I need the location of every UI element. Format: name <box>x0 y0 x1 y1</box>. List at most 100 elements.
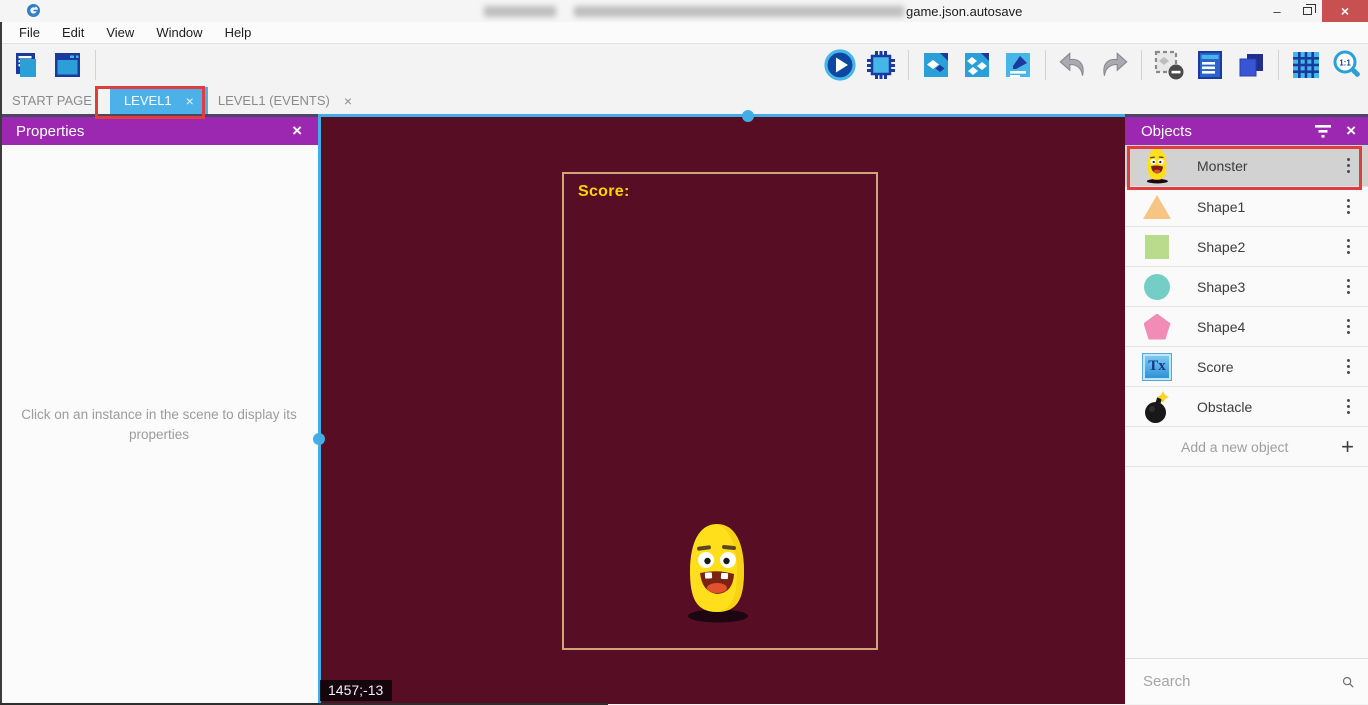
objects-search-bar <box>1125 658 1368 704</box>
close-properties-icon[interactable]: × <box>292 121 302 141</box>
layers-icon[interactable] <box>1234 48 1268 82</box>
object-row-shape2[interactable]: Shape2 <box>1125 227 1368 267</box>
scene-left-guide <box>318 117 321 704</box>
delete-selection-icon[interactable] <box>1152 48 1186 82</box>
object-menu-icon[interactable] <box>1341 235 1357 259</box>
menu-file[interactable]: File <box>8 25 51 40</box>
square-icon <box>1141 229 1173 265</box>
object-name: Shape2 <box>1197 239 1341 255</box>
resize-handle-left[interactable] <box>313 433 325 445</box>
redo-icon[interactable] <box>1097 48 1131 82</box>
restore-icon <box>1303 7 1312 15</box>
gdevelop-window: game.json.autosave – × File Edit View Wi… <box>0 0 1368 705</box>
object-row-shape1[interactable]: Shape1 <box>1125 187 1368 227</box>
menu-edit[interactable]: Edit <box>51 25 95 40</box>
redacted-title-segment <box>484 6 556 17</box>
restore-button[interactable] <box>1292 0 1322 22</box>
toolbar-separator <box>1141 50 1142 80</box>
objects-panel: Objects × <box>1125 114 1368 704</box>
menu-view[interactable]: View <box>95 25 145 40</box>
objects-panel-title: Objects <box>1141 123 1314 140</box>
menu-window[interactable]: Window <box>145 25 213 40</box>
grid-icon[interactable] <box>1289 48 1323 82</box>
monster-sprite[interactable] <box>682 521 752 624</box>
circle-icon <box>1141 269 1173 305</box>
object-name: Shape4 <box>1197 319 1341 335</box>
close-window-button[interactable]: × <box>1322 0 1368 22</box>
object-row-obstacle[interactable]: Obstacle <box>1125 387 1368 427</box>
text-object-icon: Tx <box>1141 349 1173 385</box>
tabbar: START PAGE LEVEL1 × LEVEL1 (EVENTS) × <box>0 87 1368 114</box>
window-border-left <box>0 22 2 705</box>
object-name: Obstacle <box>1197 399 1341 415</box>
properties-empty-message: Click on an instance in the scene to dis… <box>10 405 308 444</box>
object-menu-icon[interactable] <box>1341 315 1357 339</box>
scene-properties-icon[interactable] <box>1001 48 1035 82</box>
object-row-monster[interactable]: Monster <box>1125 145 1368 187</box>
minimize-button[interactable]: – <box>1262 0 1292 22</box>
object-row-score[interactable]: Tx Score <box>1125 347 1368 387</box>
svg-text:1:1: 1:1 <box>1339 59 1351 68</box>
filter-icon[interactable] <box>1314 123 1332 139</box>
redacted-path-segment <box>574 6 904 17</box>
triangle-icon <box>1141 189 1173 225</box>
menubar: File Edit View Window Help <box>0 22 1368 44</box>
tab-label: LEVEL1 <box>124 93 172 108</box>
add-new-object-button[interactable]: Add a new object + <box>1125 427 1368 467</box>
properties-panel: Properties × Click on an instance in the… <box>0 114 318 704</box>
monster-thumbnail-icon <box>1141 148 1173 184</box>
toolbar-separator <box>1278 50 1279 80</box>
tab-level1[interactable]: LEVEL1 × <box>110 87 208 114</box>
plus-icon: + <box>1341 434 1354 460</box>
start-page-icon[interactable] <box>50 48 84 82</box>
resize-handle-top[interactable] <box>742 110 754 122</box>
pentagon-icon <box>1141 309 1173 345</box>
properties-panel-title: Properties <box>16 123 292 140</box>
zoom-original-icon[interactable]: 1:1 <box>1330 48 1364 82</box>
toolbar: 1:1 <box>0 44 1368 87</box>
score-text-object[interactable]: Score: <box>578 183 630 201</box>
cursor-coordinates: 1457;-13 <box>320 680 392 701</box>
instances-editor-icon[interactable] <box>960 48 994 82</box>
debug-icon[interactable] <box>864 48 898 82</box>
gdevelop-logo-icon <box>26 3 41 18</box>
object-menu-icon[interactable] <box>1341 355 1357 379</box>
tab-label: START PAGE <box>12 93 92 108</box>
objects-panel-header: Objects × <box>1125 117 1368 145</box>
tab-close-icon[interactable]: × <box>344 93 352 109</box>
menu-help[interactable]: Help <box>214 25 263 40</box>
play-preview-icon[interactable] <box>823 48 857 82</box>
titlebar: game.json.autosave – × <box>0 0 1368 22</box>
tab-label: LEVEL1 (EVENTS) <box>218 93 330 108</box>
objects-editor-icon[interactable] <box>919 48 953 82</box>
window-controls: – × <box>1262 0 1368 22</box>
object-menu-icon[interactable] <box>1341 154 1357 178</box>
object-name: Score <box>1197 359 1341 375</box>
toolbar-right-group: 1:1 <box>823 48 1364 82</box>
search-input[interactable] <box>1143 673 1342 690</box>
window-title: game.json.autosave <box>484 4 1022 19</box>
toolbar-separator <box>908 50 909 80</box>
object-name: Monster <box>1197 158 1341 174</box>
tab-level1-events[interactable]: LEVEL1 (EVENTS) × <box>208 87 362 114</box>
object-menu-icon[interactable] <box>1341 195 1357 219</box>
close-objects-icon[interactable]: × <box>1346 121 1356 141</box>
tab-start-page[interactable]: START PAGE <box>0 87 102 114</box>
object-row-shape4[interactable]: Shape4 <box>1125 307 1368 347</box>
objects-list-empty-space <box>1125 467 1368 658</box>
scene-canvas[interactable]: Score: 1457;-13 <box>318 114 1125 704</box>
add-new-object-label: Add a new object <box>1181 439 1341 455</box>
object-name: Shape3 <box>1197 279 1341 295</box>
window-title-text: game.json.autosave <box>906 4 1022 19</box>
object-row-shape3[interactable]: Shape3 <box>1125 267 1368 307</box>
search-icon <box>1342 672 1354 692</box>
tab-close-icon[interactable]: × <box>186 93 194 109</box>
objects-list-icon[interactable] <box>1193 48 1227 82</box>
object-menu-icon[interactable] <box>1341 275 1357 299</box>
toolbar-separator <box>95 50 96 80</box>
toolbar-separator <box>1045 50 1046 80</box>
undo-icon[interactable] <box>1056 48 1090 82</box>
main-area: Properties × Click on an instance in the… <box>0 114 1368 704</box>
project-manager-icon[interactable] <box>8 48 42 82</box>
object-menu-icon[interactable] <box>1341 395 1357 419</box>
